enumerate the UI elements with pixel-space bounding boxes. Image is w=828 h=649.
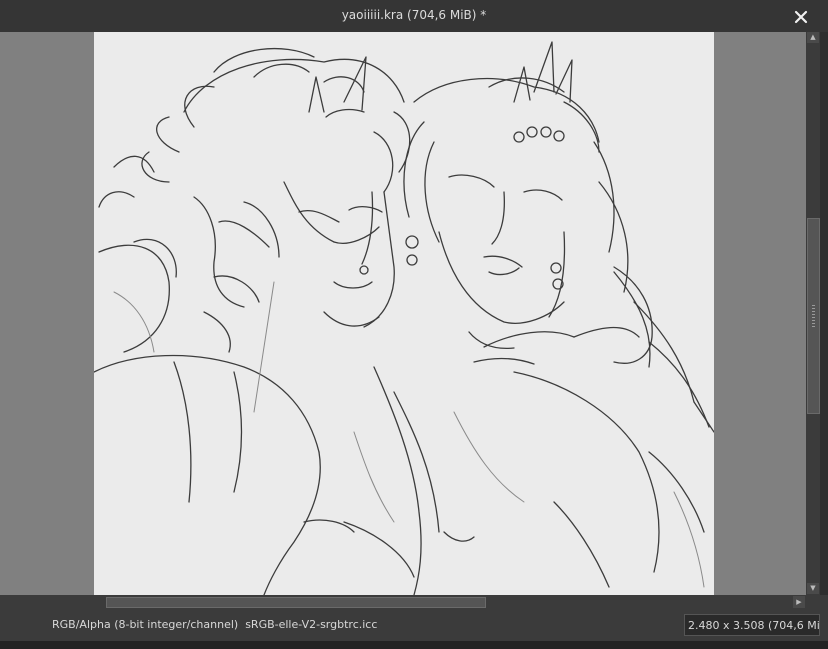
canvas-viewport[interactable] <box>0 32 806 595</box>
image-size-info[interactable]: 2.480 x 3.508 (704,6 MiB) <box>684 614 820 636</box>
close-button[interactable] <box>790 6 812 28</box>
close-icon <box>794 10 808 24</box>
grip-icon <box>812 305 815 327</box>
horizontal-scrollbar[interactable]: ▶ <box>0 595 806 609</box>
document-window: yaoiiiii.kra (704,6 MiB) * ▲ ▼ ▶ RGB/Alp… <box>0 0 828 649</box>
scroll-down-icon[interactable]: ▼ <box>807 583 819 594</box>
color-space-info[interactable]: RGB/Alpha (8-bit integer/channel) sRGB-e… <box>52 618 377 631</box>
window-title: yaoiiiii.kra (704,6 MiB) * <box>341 8 487 22</box>
scroll-up-icon[interactable]: ▲ <box>807 32 819 43</box>
horizontal-scroll-thumb[interactable] <box>106 597 486 608</box>
vertical-scrollbar[interactable]: ▲ ▼ <box>806 32 820 595</box>
line-art-sketch <box>93 41 715 595</box>
title-bar[interactable]: yaoiiiii.kra (704,6 MiB) * <box>0 0 828 32</box>
taskbar-edge <box>0 641 828 649</box>
drawing-canvas[interactable] <box>93 32 715 595</box>
side-panel-edge <box>820 32 828 595</box>
status-bar: RGB/Alpha (8-bit integer/channel) sRGB-e… <box>0 609 828 641</box>
scroll-right-icon[interactable]: ▶ <box>793 596 805 608</box>
vertical-scroll-thumb[interactable] <box>807 218 820 414</box>
